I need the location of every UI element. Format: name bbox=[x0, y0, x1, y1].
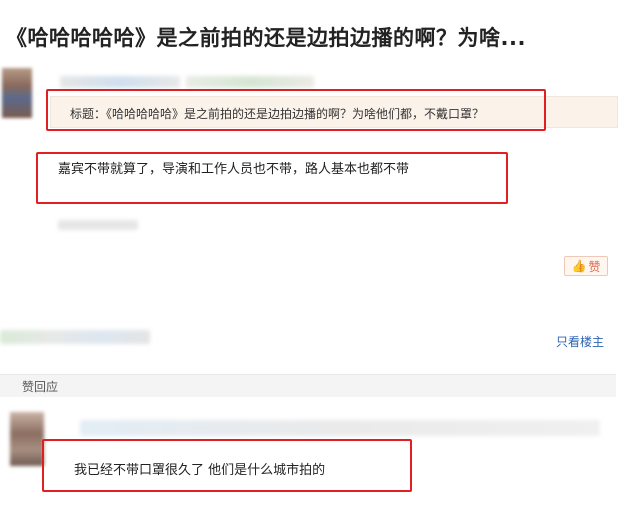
post-title: 《哈哈哈哈哈》是之前拍的还是边拍边播的啊？为啥... bbox=[6, 26, 526, 50]
author-name-blurred[interactable] bbox=[60, 76, 180, 88]
highlight-subject bbox=[46, 89, 546, 131]
like-label: 赞 bbox=[588, 259, 601, 274]
reply-section-header bbox=[0, 374, 616, 397]
footer-blurred bbox=[0, 330, 150, 344]
highlight-body bbox=[36, 152, 508, 204]
thumbs-up-icon: 👍 bbox=[571, 259, 587, 273]
highlight-reply bbox=[42, 439, 412, 492]
author-avatar[interactable] bbox=[2, 68, 32, 118]
reply-author-blurred[interactable] bbox=[80, 420, 600, 436]
post-time-blurred bbox=[58, 220, 138, 230]
reply-avatar[interactable] bbox=[10, 412, 44, 466]
author-meta-blurred bbox=[186, 76, 314, 88]
like-button[interactable]: 👍 赞 bbox=[564, 256, 608, 276]
only-view-owner-link[interactable]: 只看楼主 bbox=[556, 333, 604, 350]
reply-section-label: 赞回应 bbox=[22, 380, 59, 394]
